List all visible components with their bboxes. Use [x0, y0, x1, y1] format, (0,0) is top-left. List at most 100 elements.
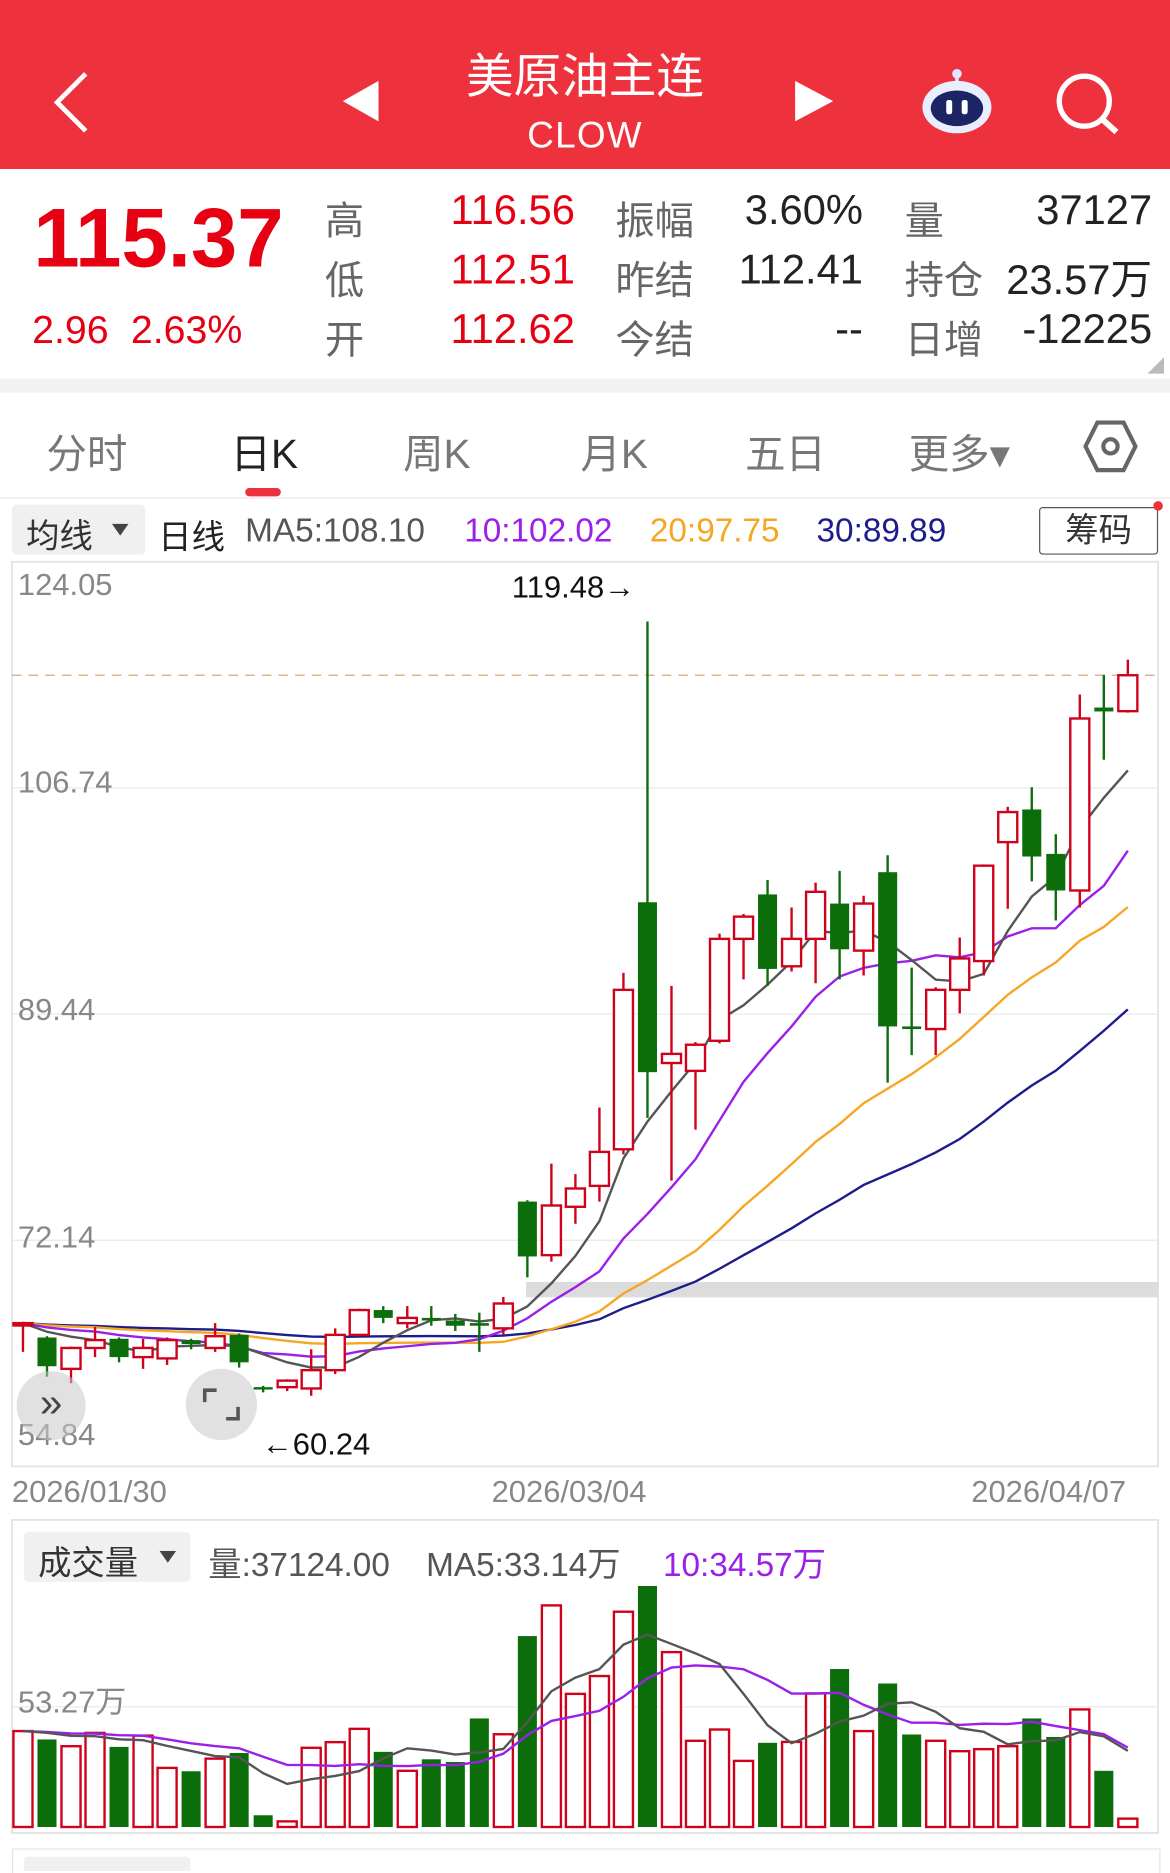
candle-down — [110, 1339, 129, 1357]
candle-up — [398, 1318, 417, 1323]
indicator-selector-label: 成交量 — [38, 1538, 138, 1586]
volume-bar — [230, 1753, 249, 1827]
volume-bar — [206, 1759, 225, 1827]
fullscreen-icon — [186, 1369, 257, 1440]
double-chevron-right-icon: » — [40, 1381, 63, 1426]
candle-down — [1046, 854, 1065, 891]
candle-down — [422, 1318, 441, 1321]
candle-up — [1070, 718, 1089, 890]
volume-bar — [470, 1718, 489, 1827]
candle-up — [206, 1336, 225, 1348]
candle-up — [13, 1323, 32, 1325]
volume-bar — [662, 1652, 681, 1827]
fullscreen-button[interactable] — [186, 1369, 257, 1440]
next-indicator-selector[interactable] — [24, 1857, 191, 1871]
volume-bar — [686, 1741, 705, 1827]
candle-up — [590, 1152, 609, 1186]
y-tick-label: 72.14 — [18, 1219, 95, 1256]
candle-down — [374, 1310, 393, 1318]
candle-up — [734, 917, 753, 939]
volume-bar — [974, 1749, 993, 1827]
candle-down — [446, 1321, 465, 1326]
volume-bar — [422, 1759, 441, 1827]
volume-bar — [710, 1730, 729, 1827]
candle-down — [638, 902, 657, 1072]
volume-bar — [1094, 1771, 1113, 1827]
volume-bar — [134, 1736, 153, 1827]
volume-ma5-value: MA5:33.14万 — [426, 1539, 621, 1587]
candle-up — [326, 1335, 345, 1370]
volume-bar — [998, 1746, 1017, 1827]
volume-bar — [1070, 1709, 1089, 1827]
candle-down — [1022, 809, 1041, 856]
candle-down — [830, 904, 849, 950]
high-annotation: 119.48→ — [512, 569, 635, 606]
candle-down — [1094, 708, 1113, 712]
volume-bar — [1118, 1819, 1137, 1827]
candle-down — [758, 894, 777, 968]
chevron-down-icon — [159, 1551, 176, 1563]
volume-bar — [326, 1742, 345, 1827]
volume-bar — [734, 1761, 753, 1827]
volume-bar — [758, 1743, 777, 1827]
candlestick-chart[interactable] — [0, 0, 1170, 1867]
volume-bar — [398, 1771, 417, 1827]
volume-bar — [638, 1586, 657, 1827]
volume-bar — [950, 1751, 969, 1827]
scroll-to-latest-button[interactable]: » — [17, 1371, 86, 1440]
volume-bar — [1022, 1718, 1041, 1827]
candle-up — [158, 1340, 177, 1358]
ma10-line — [23, 851, 1128, 1357]
candle-down — [37, 1337, 56, 1366]
volume-bar — [806, 1693, 825, 1827]
candle-up — [350, 1310, 369, 1335]
candle-down — [518, 1202, 537, 1257]
candle-up — [950, 958, 969, 989]
x-tick-label: 2026/04/07 — [971, 1474, 1126, 1511]
candle-up — [1118, 675, 1137, 711]
volume-bar — [13, 1731, 32, 1827]
volume-bar — [926, 1741, 945, 1827]
candle-up — [134, 1348, 153, 1357]
volume-bar — [590, 1676, 609, 1827]
candle-down — [470, 1323, 489, 1326]
ma5-line — [23, 770, 1128, 1367]
volume-bar — [854, 1731, 873, 1827]
volume-bar — [158, 1768, 177, 1827]
x-tick-label: 2026/01/30 — [12, 1474, 167, 1511]
candle-up — [854, 904, 873, 951]
volume-bar — [542, 1605, 561, 1827]
candle-up — [566, 1188, 585, 1206]
volume-bar — [254, 1815, 273, 1827]
volume-bar — [302, 1748, 321, 1827]
volume-bar — [1046, 1737, 1065, 1827]
candle-up — [86, 1340, 105, 1348]
candle-up — [278, 1381, 297, 1388]
low-annotation: ←60.24 — [262, 1426, 370, 1463]
volume-value: 量:37124.00 — [208, 1539, 390, 1587]
candle-down — [878, 872, 897, 1026]
candle-up — [974, 866, 993, 961]
candle-up — [710, 939, 729, 1041]
candle-down — [230, 1335, 249, 1362]
volume-y-tick-label: 53.27万 — [18, 1678, 126, 1722]
y-tick-label: 89.44 — [18, 991, 95, 1028]
volume-bar — [446, 1762, 465, 1827]
volume-bar — [782, 1742, 801, 1827]
candle-up — [662, 1054, 681, 1063]
volume-ma10-value: 10:34.57万 — [663, 1539, 826, 1587]
volume-bar — [902, 1734, 921, 1827]
indicator-selector-dropdown[interactable]: 成交量 — [24, 1532, 191, 1582]
x-tick-label: 2026/03/04 — [492, 1474, 647, 1511]
candle-up — [61, 1348, 80, 1369]
candle-up — [998, 812, 1017, 842]
volume-bar — [61, 1746, 80, 1827]
volume-bar — [110, 1747, 129, 1827]
volume-bar — [37, 1739, 56, 1827]
candle-up — [686, 1045, 705, 1071]
candle-up — [302, 1370, 321, 1388]
candle-down — [902, 1026, 921, 1029]
candle-up — [542, 1205, 561, 1255]
candle-up — [806, 892, 825, 939]
y-tick-label: 124.05 — [18, 567, 113, 604]
